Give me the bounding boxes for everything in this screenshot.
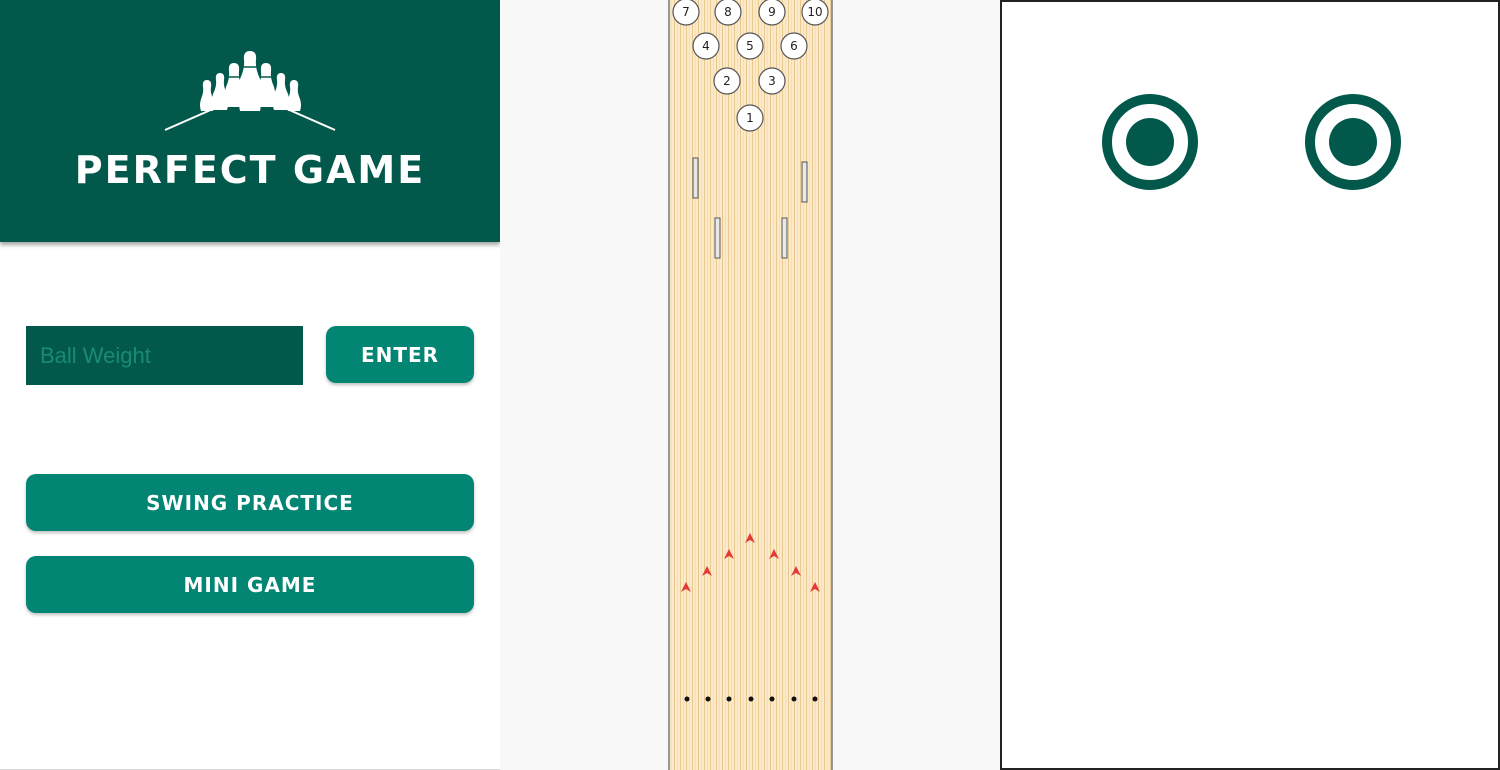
pin-label-9: 9 [768, 5, 776, 19]
home-screen: PERFECT GAME ENTER SWING PRACTICE MINI G… [0, 0, 500, 770]
swing-practice-button[interactable]: SWING PRACTICE [26, 474, 474, 531]
approach-dot [791, 696, 797, 702]
ball-weight-input[interactable] [26, 326, 303, 385]
approach-dot [705, 696, 711, 702]
approach-dot [748, 696, 754, 702]
target-dot-icon [1329, 118, 1377, 166]
enter-button[interactable]: ENTER [326, 326, 474, 383]
range-finder-right-top [801, 161, 808, 203]
range-finder-left-top [692, 157, 699, 199]
app-header: PERFECT GAME [0, 0, 500, 242]
pin-label-1: 1 [746, 111, 754, 125]
pin-label-6: 6 [790, 39, 798, 53]
target-dot-icon [1126, 118, 1174, 166]
approach-dot [726, 696, 732, 702]
mini-game-button[interactable]: MINI GAME [26, 556, 474, 613]
pin-label-4: 4 [702, 39, 710, 53]
pin-label-7: 7 [682, 5, 690, 19]
target-screen [1000, 0, 1500, 770]
approach-dot [684, 696, 690, 702]
approach-dot [769, 696, 775, 702]
pin-label-2: 2 [723, 74, 731, 88]
bowling-pins-logo-icon [164, 51, 336, 131]
range-finder-right-bottom [781, 217, 788, 259]
app-title: PERFECT GAME [74, 148, 426, 192]
approach-dot [812, 696, 818, 702]
bowling-lane: 7 8 9 10 4 5 6 2 3 1 [668, 0, 833, 770]
range-finder-left-bottom [714, 217, 721, 259]
pin-label-8: 8 [724, 5, 732, 19]
lane-screen: 7 8 9 10 4 5 6 2 3 1 [500, 0, 1000, 770]
pin-label-5: 5 [746, 39, 754, 53]
right-target-button[interactable] [1305, 94, 1401, 190]
pin-label-3: 3 [768, 74, 776, 88]
pin-label-10: 10 [807, 5, 822, 19]
left-target-button[interactable] [1102, 94, 1198, 190]
